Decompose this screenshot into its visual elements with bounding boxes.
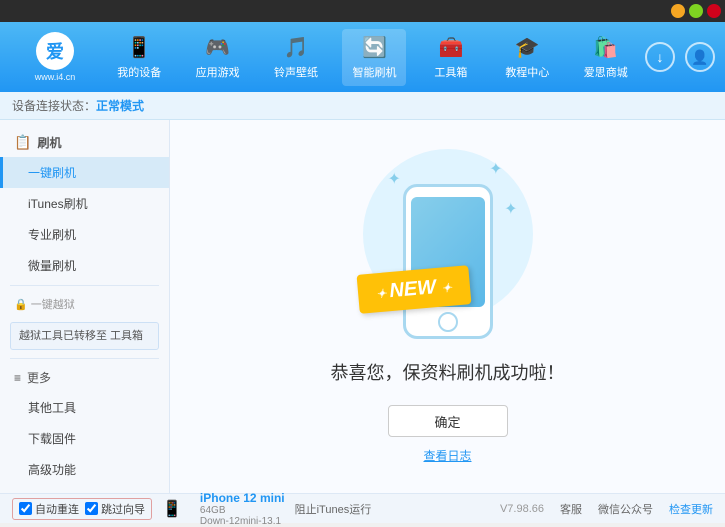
appgame-icon: 🎮 <box>205 35 230 60</box>
jailbreak-label: 🔒 一键越狱 <box>14 296 75 312</box>
nav-smartflash[interactable]: 🔄 智能刷机 <box>342 29 406 86</box>
nav-items: 📱 我的设备 🎮 应用游戏 🎵 铃声壁纸 🔄 智能刷机 🧰 工具箱 🎓 教程中心… <box>100 29 645 86</box>
bottom-left: 自动重连 跳过向导 📱 iPhone 12 mini 64GB Down-12m… <box>12 491 500 527</box>
jailbreak-info-text: 越狱工具已转移至 工具箱 <box>19 330 143 342</box>
sidebar-item-oneclick[interactable]: 一键刷机 <box>0 157 169 188</box>
sidebar-jailbreak-info: 越狱工具已转移至 工具箱 <box>10 322 159 351</box>
smartflash-label: 智能刷机 <box>352 64 396 80</box>
checkbox-autoreconnect[interactable]: 自动重连 <box>19 501 79 517</box>
downloadfw-label: 下载固件 <box>28 432 76 446</box>
logo-icon: 爱 <box>36 32 74 70</box>
sidebar-divider-1 <box>10 285 159 286</box>
nav-store[interactable]: 🛍️ 爱思商城 <box>574 29 638 86</box>
device-info: iPhone 12 mini 64GB Down-12mini-13.1 <box>200 491 285 527</box>
skipwizard-label: 跳过向导 <box>101 501 145 517</box>
sidebar-item-othertool[interactable]: 其他工具 <box>0 392 169 423</box>
skipwizard-checkbox[interactable] <box>85 502 98 515</box>
autoreconnect-label: 自动重连 <box>35 501 79 517</box>
phone-home-button <box>438 312 458 332</box>
success-illustration: ✦ ✦ ✦ NEW <box>368 149 528 339</box>
sidebar-item-professional[interactable]: 专业刷机 <box>0 219 169 250</box>
minimize-btn[interactable] <box>671 4 685 18</box>
sidebar-section-flash: 📋 刷机 <box>0 128 169 157</box>
tutorial-icon: 🎓 <box>515 35 540 60</box>
checkbox-group: 自动重连 跳过向导 <box>12 498 152 520</box>
view-log-link[interactable]: 查看日志 <box>423 447 471 464</box>
nav-appgame[interactable]: 🎮 应用游戏 <box>186 29 250 86</box>
professional-label: 专业刷机 <box>28 228 76 242</box>
wechat-link[interactable]: 微信公众号 <box>598 501 653 517</box>
sidebar-item-downloadfw[interactable]: 下载固件 <box>0 423 169 454</box>
device-storage: 64GB <box>200 505 285 516</box>
sidebar-section-more: ≡ 更多 <box>0 363 169 392</box>
status-label: 设备连接状态： <box>12 97 96 114</box>
success-text: 恭喜您，保资料刷机成功啦！ <box>331 359 565 385</box>
more-section-label: 更多 <box>27 369 51 386</box>
toolbox-icon: 🧰 <box>438 35 463 60</box>
close-btn[interactable] <box>707 4 721 18</box>
more-section-icon: ≡ <box>14 371 21 385</box>
sparkle-2: ✦ <box>489 159 502 179</box>
itunes-label: iTunes刷机 <box>28 197 88 211</box>
device-icon: 📱 <box>162 499 182 519</box>
othertool-label: 其他工具 <box>28 401 76 415</box>
sidebar-divider-2 <box>10 358 159 359</box>
mydevice-icon: 📱 <box>127 35 152 60</box>
maximize-btn[interactable] <box>689 4 703 18</box>
appgame-label: 应用游戏 <box>196 64 240 80</box>
device-name: iPhone 12 mini <box>200 491 285 505</box>
flash-section-label: 刷机 <box>37 134 61 151</box>
check-update-link[interactable]: 检查更新 <box>669 501 713 517</box>
sidebar-jailbreak-section: 🔒 一键越狱 <box>0 290 169 318</box>
oneclick-label: 一键刷机 <box>28 166 76 180</box>
micro-label: 微量刷机 <box>28 259 76 273</box>
customer-service-link[interactable]: 客服 <box>560 501 582 517</box>
mydevice-label: 我的设备 <box>117 64 161 80</box>
nav-toolbox[interactable]: 🧰 工具箱 <box>421 29 481 86</box>
device-model: Down-12mini-13.1 <box>200 516 285 527</box>
autoreconnect-checkbox[interactable] <box>19 502 32 515</box>
ringtone-icon: 🎵 <box>284 35 309 60</box>
checkbox-skipwizard[interactable]: 跳过向导 <box>85 501 145 517</box>
nav-mydevice[interactable]: 📱 我的设备 <box>107 29 171 86</box>
sidebar-item-micro[interactable]: 微量刷机 <box>0 250 169 281</box>
sidebar-item-advanced[interactable]: 高级功能 <box>0 454 169 485</box>
advanced-label: 高级功能 <box>28 463 76 477</box>
flash-section-icon: 📋 <box>14 134 31 151</box>
toolbox-label: 工具箱 <box>434 64 467 80</box>
logo-subtitle: www.i4.cn <box>35 72 76 82</box>
status-bar: 设备连接状态： 正常模式 <box>0 92 725 120</box>
nav-right-buttons: ↓ 👤 <box>645 42 715 72</box>
sidebar: 📋 刷机 一键刷机 iTunes刷机 专业刷机 微量刷机 🔒 一键越狱 越狱工具… <box>0 120 170 493</box>
title-bar <box>0 0 725 22</box>
nav-ringtone[interactable]: 🎵 铃声壁纸 <box>264 29 328 86</box>
sidebar-item-itunes[interactable]: iTunes刷机 <box>0 188 169 219</box>
confirm-button[interactable]: 确定 <box>388 405 508 437</box>
bottom-right: V7.98.66 客服 微信公众号 检查更新 <box>500 501 713 517</box>
version-label: V7.98.66 <box>500 503 544 515</box>
smartflash-icon: 🔄 <box>362 35 387 60</box>
content-area: ✦ ✦ ✦ NEW 恭喜您，保资料刷机成功啦！ 确定 查看日志 <box>170 120 725 493</box>
main-layout: 📋 刷机 一键刷机 iTunes刷机 专业刷机 微量刷机 🔒 一键越狱 越狱工具… <box>0 120 725 493</box>
account-btn[interactable]: 👤 <box>685 42 715 72</box>
bottom-bar: 自动重连 跳过向导 📱 iPhone 12 mini 64GB Down-12m… <box>0 493 725 523</box>
download-btn[interactable]: ↓ <box>645 42 675 72</box>
sparkle-1: ✦ <box>388 169 401 189</box>
store-icon: 🛍️ <box>593 35 618 60</box>
phone-illustration <box>403 184 493 339</box>
tutorial-label: 教程中心 <box>505 64 549 80</box>
status-value: 正常模式 <box>96 97 144 114</box>
itunes-status: 阻止iTunes运行 <box>295 501 372 517</box>
app-logo: 爱 www.i4.cn <box>10 32 100 82</box>
ringtone-label: 铃声壁纸 <box>274 64 318 80</box>
nav-tutorial[interactable]: 🎓 教程中心 <box>495 29 559 86</box>
top-nav: 爱 www.i4.cn 📱 我的设备 🎮 应用游戏 🎵 铃声壁纸 🔄 智能刷机 … <box>0 22 725 92</box>
store-label: 爱思商城 <box>584 64 628 80</box>
sparkle-3: ✦ <box>504 199 517 219</box>
new-badge-text: NEW <box>388 276 436 302</box>
